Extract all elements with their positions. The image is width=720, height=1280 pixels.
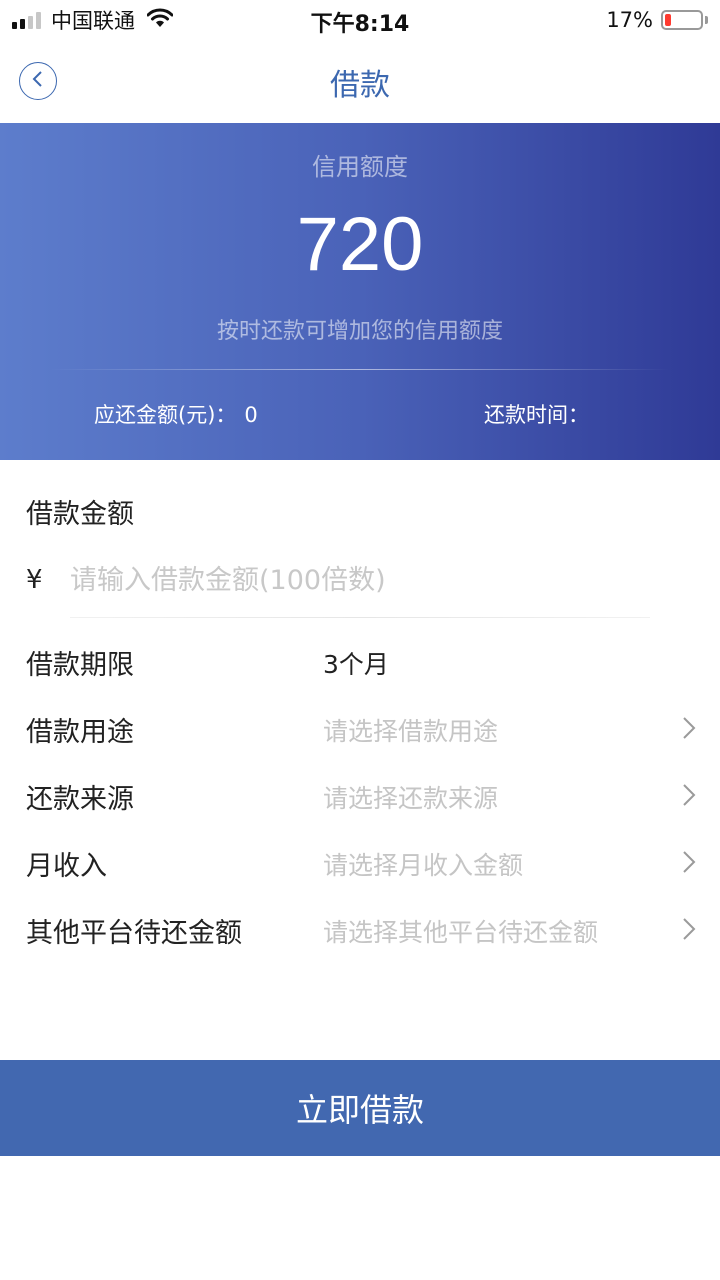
repay-source-label: 还款来源 bbox=[26, 784, 134, 815]
other-debt-row[interactable]: 其他平台待还金额 请选择其他平台待还金额 bbox=[0, 901, 720, 959]
banner-divider bbox=[50, 369, 670, 370]
other-debt-select[interactable]: 请选择其他平台待还金额 bbox=[323, 913, 598, 949]
chevron-right-icon bbox=[682, 850, 696, 878]
repay-time-label: 还款时间： bbox=[484, 403, 589, 427]
chevron-right-icon bbox=[682, 783, 696, 811]
repay-source-select[interactable]: 请选择还款来源 bbox=[323, 779, 498, 815]
loan-term-label: 借款期限 bbox=[26, 650, 134, 681]
repay-source-row[interactable]: 还款来源 请选择还款来源 bbox=[0, 767, 720, 825]
amount-divider bbox=[70, 617, 650, 618]
battery-icon bbox=[661, 10, 703, 30]
borrow-now-label: 立即借款 bbox=[295, 1091, 424, 1129]
loan-purpose-label: 借款用途 bbox=[26, 717, 134, 748]
loan-amount-title: 借款金额 bbox=[26, 499, 134, 530]
credit-tip: 按时还款可增加您的信用额度 bbox=[216, 319, 503, 344]
loan-term-row: 借款期限 3个月 bbox=[0, 633, 720, 691]
status-bar: 中国联通 下午8:14 17% bbox=[0, 0, 720, 40]
loan-purpose-select[interactable]: 请选择借款用途 bbox=[323, 712, 498, 748]
loan-amount-row: ¥ bbox=[26, 555, 666, 605]
monthly-income-select[interactable]: 请选择月收入金额 bbox=[323, 846, 523, 882]
credit-limit-value: 720 bbox=[296, 202, 424, 287]
credit-banner: 信用额度 720 按时还款可增加您的信用额度 应还金额(元)： 0 还款时间： bbox=[0, 123, 720, 460]
other-debt-label: 其他平台待还金额 bbox=[26, 918, 242, 949]
due-amount-label: 应还金额(元)： bbox=[94, 403, 237, 427]
due-amount-value: 0 bbox=[244, 403, 258, 427]
loan-amount-input[interactable] bbox=[70, 564, 650, 596]
borrow-now-button[interactable]: 立即借款 bbox=[0, 1060, 720, 1156]
nav-bar: 借款 bbox=[0, 40, 720, 122]
monthly-income-label: 月收入 bbox=[26, 851, 107, 882]
credit-limit-label: 信用额度 bbox=[312, 153, 408, 181]
loan-purpose-row[interactable]: 借款用途 请选择借款用途 bbox=[0, 700, 720, 758]
currency-symbol: ¥ bbox=[26, 565, 43, 595]
chevron-right-icon bbox=[682, 716, 696, 744]
due-amount: 应还金额(元)： 0 bbox=[94, 399, 258, 429]
loan-term-value: 3个月 bbox=[323, 650, 389, 679]
monthly-income-row[interactable]: 月收入 请选择月收入金额 bbox=[0, 834, 720, 892]
chevron-right-icon bbox=[682, 917, 696, 945]
page-title: 借款 bbox=[330, 68, 390, 103]
battery-percent: 17% bbox=[606, 8, 653, 32]
